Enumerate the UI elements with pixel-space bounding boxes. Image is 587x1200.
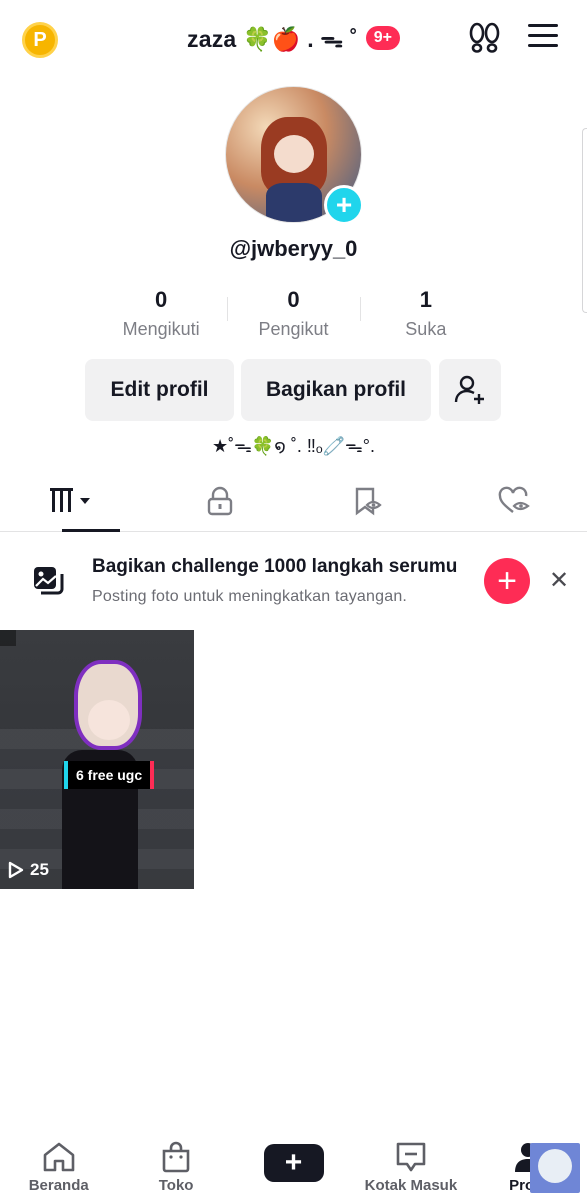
add-avatar-button[interactable]: +: [324, 185, 364, 225]
inbox-icon: [396, 1142, 426, 1172]
shopping-bag-icon: [162, 1141, 190, 1173]
stat-following[interactable]: 0 Mengikuti: [95, 287, 227, 340]
nav-inbox-label: Kotak Masuk: [364, 1177, 458, 1194]
tab-private[interactable]: [147, 470, 294, 531]
plus-icon: +: [284, 1146, 303, 1179]
stat-label: Mengikuti: [122, 319, 200, 339]
stat-label: Suka: [405, 319, 447, 339]
video-thumbnail[interactable]: 6 free ugc: [0, 630, 194, 889]
menu-icon[interactable]: [528, 24, 558, 50]
close-icon[interactable]: ✕: [547, 567, 571, 594]
photo-stack-icon: [34, 567, 64, 595]
grid-icon: [50, 487, 91, 512]
tab-videos[interactable]: [0, 470, 147, 532]
nav-shop-label: Toko: [158, 1177, 194, 1194]
stat-followers[interactable]: 0 Pengikut: [227, 287, 359, 340]
username: @jwberyy_0: [229, 236, 358, 261]
heart-hidden-icon: [498, 486, 530, 513]
profile-tabs: [0, 470, 587, 532]
share-profile-button[interactable]: Bagikan profil: [241, 359, 431, 421]
nav-home[interactable]: Beranda: [0, 1135, 117, 1200]
profile-stats: 0 Mengikuti 0 Pengikut 1 Suka: [95, 287, 492, 340]
home-icon: [43, 1142, 75, 1172]
create-button[interactable]: +: [259, 1144, 328, 1182]
video-caption-tag: 6 free ugc: [64, 761, 155, 789]
bottom-navigation: Beranda Toko + Kotak Masuk Profil: [0, 1135, 587, 1200]
notification-badge[interactable]: 9+: [365, 26, 400, 50]
stat-likes[interactable]: 1 Suka: [359, 287, 492, 340]
challenge-banner[interactable]: Bagikan challenge 1000 langkah serumu Po…: [0, 536, 587, 626]
nav-create[interactable]: +: [235, 1135, 352, 1200]
post-photo-button[interactable]: +: [484, 558, 530, 604]
tab-liked[interactable]: [440, 470, 587, 531]
profile-header: P zaza 🍀🍎 . ᯓ ˚ 9+: [0, 0, 587, 76]
stat-value: 1: [419, 287, 432, 312]
play-icon: [8, 861, 24, 879]
banner-title: Bagikan challenge 1000 langkah serumu: [92, 556, 458, 577]
account-title[interactable]: zaza 🍀🍎 . ᯓ ˚: [187, 22, 358, 54]
view-count-value: 25: [30, 860, 49, 879]
add-friend-button[interactable]: [439, 359, 501, 421]
view-count: 25: [8, 860, 49, 880]
tab-reposts[interactable]: [294, 470, 441, 531]
nav-shop[interactable]: Toko: [117, 1135, 234, 1200]
floating-avatar-widget[interactable]: [530, 1143, 580, 1193]
banner-subtitle: Posting foto untuk meningkatkan tayangan…: [92, 588, 408, 605]
stat-label: Pengikut: [258, 319, 329, 339]
bookmark-hidden-icon: [355, 487, 382, 515]
nav-inbox[interactable]: Kotak Masuk: [352, 1135, 469, 1200]
scroll-indicator: [582, 128, 587, 313]
edit-profile-button[interactable]: Edit profil: [85, 359, 234, 421]
filter-icon: [0, 630, 16, 646]
stat-value: 0: [287, 287, 300, 312]
lock-icon: [207, 486, 233, 515]
profile-bio: ★˚ᯓ🍀໑ ˚. ‼︎ₒ🧷ᯓ°.: [212, 436, 375, 456]
stat-value: 0: [155, 287, 168, 312]
footprints-icon[interactable]: [468, 22, 502, 54]
nav-home-label: Beranda: [28, 1177, 89, 1194]
add-user-icon: [454, 375, 484, 404]
